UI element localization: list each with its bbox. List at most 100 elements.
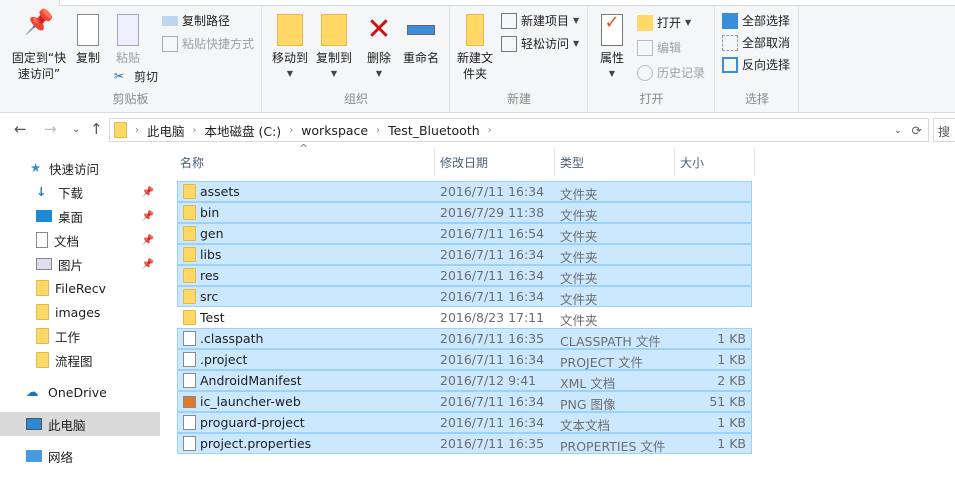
copy-path-button[interactable]: 复制路径 — [162, 12, 230, 29]
column-header-size[interactable]: 大小 — [675, 148, 755, 176]
file-row[interactable]: src 2016/7/11 16:34 文件夹 — [177, 286, 752, 307]
nav-onedrive[interactable]: ☁ OneDrive — [0, 380, 160, 404]
star-icon: ★ — [30, 160, 42, 175]
copy-button[interactable]: 复制 — [72, 14, 104, 66]
file-size: 1 KB — [717, 352, 746, 367]
history-button[interactable]: 历史记录 — [637, 64, 705, 81]
properties-button[interactable]: ✓ 属性 ▼ — [595, 14, 629, 82]
pin-icon[interactable]: 📌 — [142, 211, 154, 222]
select-all-button[interactable]: 全部选择 — [722, 12, 790, 29]
file-name: AndroidManifest — [200, 373, 302, 388]
address-bar[interactable]: › 此电脑 › 本地磁盘 (C:) › workspace › Test_Bluetoo… — [109, 118, 929, 142]
file-row[interactable]: .classpath 2016/7/11 16:35 CLASSPATH 文件 1 K… — [177, 328, 752, 349]
column-header-name[interactable]: 名称 — [175, 148, 435, 176]
new-folder-button[interactable]: 新建文件夹 — [455, 14, 495, 82]
nav-item-work[interactable]: 工作 — [0, 324, 160, 348]
group-select: 全部选择 全部取消 反向选择 选择 — [716, 6, 799, 112]
pin-icon[interactable]: 📌 — [142, 259, 154, 270]
folder-icon — [183, 247, 196, 262]
invert-selection-button[interactable]: 反向选择 — [722, 56, 790, 73]
copy-to-button[interactable]: 复制到 ▼ — [311, 14, 357, 82]
select-none-button[interactable]: 全部取消 — [722, 34, 790, 51]
file-date: 2016/7/11 16:34 — [440, 289, 545, 304]
nav-item-pictures[interactable]: 图片 📌 — [0, 252, 160, 276]
column-header-date[interactable]: 修改日期 — [435, 148, 555, 176]
image-file-icon — [183, 396, 196, 408]
column-header-type[interactable]: 类型 — [555, 148, 675, 176]
file-row[interactable]: ic_launcher-web 2016/7/11 16:34 PNG 图像 51 K… — [177, 391, 752, 412]
refresh-icon[interactable]: ⟳ — [912, 123, 922, 138]
file-row[interactable]: assets 2016/7/11 16:34 文件夹 — [177, 181, 752, 202]
forward-arrow-icon[interactable]: → — [44, 120, 57, 138]
file-date: 2016/7/11 16:34 — [440, 247, 545, 262]
file-icon — [183, 352, 196, 367]
recent-chevron-icon[interactable]: ⌄ — [72, 124, 80, 135]
file-row[interactable]: res 2016/7/11 16:34 文件夹 — [177, 265, 752, 286]
file-icon — [183, 436, 196, 451]
nav-item-flowcharts[interactable]: 流程图 — [0, 348, 160, 372]
breadcrumb-item[interactable]: 此电脑 — [147, 121, 185, 140]
group-label: 选择 — [744, 92, 769, 106]
file-name: res — [200, 268, 220, 283]
file-name: src — [200, 289, 219, 304]
file-row[interactable]: proguard-project 2016/7/11 16:34 文本文档 1 KB — [177, 412, 752, 433]
file-type: 文件夹 — [560, 250, 598, 265]
up-arrow-icon[interactable]: ↑ — [90, 120, 103, 138]
group-label: 打开 — [639, 92, 664, 106]
breadcrumb-item[interactable]: Test_Bluetooth — [388, 123, 480, 138]
file-row[interactable]: gen 2016/7/11 16:54 文件夹 — [177, 223, 752, 244]
folder-icon — [183, 205, 196, 220]
breadcrumb-item[interactable]: workspace — [301, 123, 368, 138]
file-row[interactable]: project.properties 2016/7/11 16:35 PROPERT… — [177, 433, 752, 454]
invert-selection-icon — [722, 56, 738, 73]
file-row[interactable]: AndroidManifest 2016/7/12 9:41 XML 文档 2 KB — [177, 370, 752, 391]
nav-quick-access[interactable]: ★ 快速访问 — [0, 156, 160, 180]
edit-button[interactable]: 编辑 — [637, 39, 681, 56]
file-row[interactable]: bin 2016/7/29 11:38 文件夹 — [177, 202, 752, 223]
nav-network[interactable]: 网络 — [0, 444, 160, 468]
file-type: XML 文档 — [560, 376, 616, 391]
nav-item-filerecv[interactable]: FileRecv — [0, 276, 160, 300]
file-type: 文件夹 — [560, 271, 598, 286]
folder-icon — [466, 14, 484, 46]
nav-item-images[interactable]: images — [0, 300, 160, 324]
move-folder-icon — [277, 14, 303, 46]
cut-button[interactable]: ✂ 剪切 — [114, 68, 158, 85]
group-organize: 移动到 ▼ 复制到 ▼ ✕ 删除 ▼ 重命名 组织 — [263, 6, 450, 112]
open-button[interactable]: 打开 ▼ — [637, 14, 691, 31]
address-dropdown-icon[interactable]: ⌄ — [894, 125, 902, 136]
paste-button[interactable]: 粘贴 — [110, 14, 146, 66]
delete-button[interactable]: ✕ 删除 ▼ — [363, 14, 395, 82]
file-date: 2016/7/11 16:35 — [440, 331, 545, 346]
file-row[interactable]: libs 2016/7/11 16:34 文件夹 — [177, 244, 752, 265]
pin-icon[interactable]: 📌 — [142, 187, 154, 198]
file-name: libs — [200, 247, 222, 262]
nav-this-pc[interactable]: 此电脑 — [0, 412, 160, 436]
file-size: 1 KB — [717, 436, 746, 451]
back-arrow-icon[interactable]: ← — [14, 120, 27, 138]
nav-item-documents[interactable]: 文档 📌 — [0, 228, 160, 252]
file-row[interactable]: Test 2016/8/23 17:11 文件夹 — [177, 307, 752, 328]
select-none-icon — [722, 34, 738, 51]
rename-button[interactable]: 重命名 — [401, 14, 441, 66]
nav-item-desktop[interactable]: 桌面 📌 — [0, 204, 160, 228]
download-arrow-icon: ↓ — [36, 184, 47, 199]
pin-icon[interactable]: 📌 — [142, 235, 154, 246]
new-item-button[interactable]: 新建项目 ▼ — [501, 12, 579, 29]
file-name: bin — [200, 205, 220, 220]
paste-shortcut-button[interactable]: 粘贴快捷方式 — [162, 35, 254, 52]
move-to-button[interactable]: 移动到 ▼ — [267, 14, 313, 82]
pin-quick-access-button[interactable]: 📌 固定到“快速访问” — [6, 10, 72, 82]
nav-item-downloads[interactable]: ↓ 下载 📌 — [0, 180, 160, 204]
folder-icon — [183, 268, 196, 283]
file-name: gen — [200, 226, 224, 241]
search-input[interactable]: 搜 — [933, 118, 955, 142]
file-type: PROPERTIES 文件 — [560, 439, 666, 454]
breadcrumb-item[interactable]: 本地磁盘 (C:) — [205, 121, 282, 140]
easy-access-button[interactable]: 轻松访问 ▼ — [501, 35, 579, 52]
folder-icon — [36, 304, 49, 320]
file-type: 文件夹 — [560, 313, 598, 328]
file-row[interactable]: .project 2016/7/11 16:34 PROJECT 文件 1 KB — [177, 349, 752, 370]
properties-check-icon: ✓ — [601, 14, 623, 46]
file-date: 2016/7/11 16:34 — [440, 415, 545, 430]
